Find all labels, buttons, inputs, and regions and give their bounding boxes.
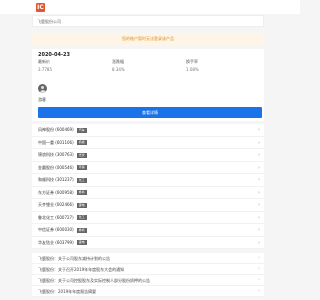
summary-date: 2020-04-23: [38, 52, 70, 58]
chevron-right-icon: ›: [258, 288, 260, 294]
stock-name: 和顺科技 (301237): [38, 177, 74, 182]
news-title: 飞鹿股份：关于召开2019年年度股东大会的通知: [38, 267, 125, 272]
stock-row[interactable]: 金圆股份 (000546) 环保 ›: [32, 162, 264, 174]
stock-row[interactable]: 和顺科技 (301237) 化工 ›: [32, 174, 264, 187]
news-title: 飞鹿股份：2019年年度报告摘要: [38, 289, 97, 294]
avatar-body: [39, 89, 46, 93]
metric-3-label: 换手率: [186, 59, 198, 64]
chevron-right-icon: ›: [258, 139, 260, 146]
page: IC 飞鹿股份公司 您的账户暂时无法登录该产品 2020-04-23 最新价 3…: [0, 0, 300, 300]
chevron-right-icon: ›: [258, 152, 260, 158]
stock-tag: 机械: [76, 140, 87, 145]
news-row[interactable]: 飞鹿股份：2019年年度报告摘要 ›: [32, 286, 264, 297]
stock-name: 鲁北化工 (600727): [38, 214, 74, 220]
stock-row[interactable]: 中国一重 (601106) 机械 ›: [32, 137, 264, 149]
metric-1-value: 3.7785: [38, 67, 52, 72]
avatar: [38, 84, 47, 93]
metric-3-value: 1.08%: [186, 67, 199, 72]
chevron-right-icon: ›: [258, 227, 260, 233]
news-row[interactable]: 飞鹿股份：关于召开2019年年度股东大会的通知 ›: [32, 264, 264, 275]
stock-tag: 券商: [76, 227, 87, 233]
stock-tag: 环保: [76, 165, 87, 170]
chevron-right-icon: ›: [258, 277, 260, 283]
news-list: 飞鹿股份：关于公司股东减持计划的公告 › 飞鹿股份：关于召开2019年年度股东大会…: [32, 253, 264, 297]
chevron-right-icon: ›: [258, 164, 260, 171]
news-row[interactable]: 飞鹿股份：关于公司股东减持计划的公告 ›: [32, 253, 264, 264]
stock-tag: 锂电: [76, 202, 87, 208]
stock-row[interactable]: 中信证券 (600030) 券商 ›: [32, 224, 264, 237]
metric-2-value: 8.34%: [112, 67, 125, 72]
stock-name: 锦浪科技 (300763): [38, 152, 74, 157]
stock-name: 东方证券 (600958): [38, 189, 74, 195]
stock-tag: 光伏: [76, 152, 87, 158]
notice-banner: 您的账户暂时无法登录该产品: [32, 33, 264, 45]
stock-tag: 化工: [76, 215, 87, 220]
metric-2-label: 涨跌幅: [112, 59, 124, 64]
chevron-right-icon: ›: [258, 189, 260, 196]
top-bar: IC: [0, 0, 300, 14]
stock-row[interactable]: 华友钴业 (603799) 锂电 ›: [32, 237, 264, 249]
chevron-right-icon: ›: [258, 266, 260, 272]
chevron-right-icon: ›: [258, 202, 260, 208]
chevron-right-icon: ›: [258, 239, 260, 246]
stock-name: 中国一重 (601106): [38, 139, 74, 145]
search-input[interactable]: 飞鹿股份公司: [32, 15, 264, 27]
stock-name: 中信证券 (600030): [38, 227, 74, 232]
news-title: 飞鹿股份：关于公司控股股东及实际控制人部分股份质押的公告: [38, 278, 150, 283]
stock-name: 风神股份 (600469): [38, 127, 74, 132]
metric-3: 换手率 1.08%: [186, 59, 199, 72]
app-logo[interactable]: IC: [36, 3, 45, 12]
stock-row[interactable]: 锦浪科技 (300763) 光伏 ›: [32, 149, 264, 162]
chevron-right-icon: ›: [258, 177, 260, 183]
stock-row[interactable]: 鲁北化工 (600727) 化工 ›: [32, 212, 264, 224]
user-name: 游客: [38, 97, 46, 102]
stock-tag: 券商: [76, 190, 87, 195]
stock-tag: 锂电: [76, 240, 87, 245]
stock-row[interactable]: 天齐锂业 (002466) 锂电 ›: [32, 199, 264, 212]
metric-1-label: 最新价: [38, 59, 50, 64]
stock-list: 风神股份 (600469) 汽车 › 中国一重 (601106) 机械 › 锦浪科技 (…: [32, 124, 264, 249]
chevron-right-icon: ›: [258, 127, 260, 133]
stock-name: 金圆股份 (000546): [38, 164, 74, 170]
news-title: 飞鹿股份：关于公司股东减持计划的公告: [38, 256, 110, 261]
metric-1: 最新价 3.7785: [38, 59, 52, 72]
stock-row[interactable]: 东方证券 (600958) 券商 ›: [32, 187, 264, 199]
primary-action-button[interactable]: 查看详情: [38, 107, 262, 118]
news-row[interactable]: 飞鹿股份：关于公司控股股东及实际控制人部分股份质押的公告 ›: [32, 275, 264, 286]
stock-tag: 汽车: [76, 127, 87, 133]
stock-name: 华友钴业 (603799): [38, 239, 74, 245]
avatar-head: [41, 85, 44, 89]
chevron-right-icon: ›: [258, 255, 260, 261]
stock-tag: 化工: [76, 177, 87, 183]
metric-2: 涨跌幅 8.34%: [112, 59, 125, 72]
stock-name: 天齐锂业 (002466): [38, 202, 74, 207]
stock-row[interactable]: 风神股份 (600469) 汽车 ›: [32, 124, 264, 137]
chevron-right-icon: ›: [258, 214, 260, 221]
